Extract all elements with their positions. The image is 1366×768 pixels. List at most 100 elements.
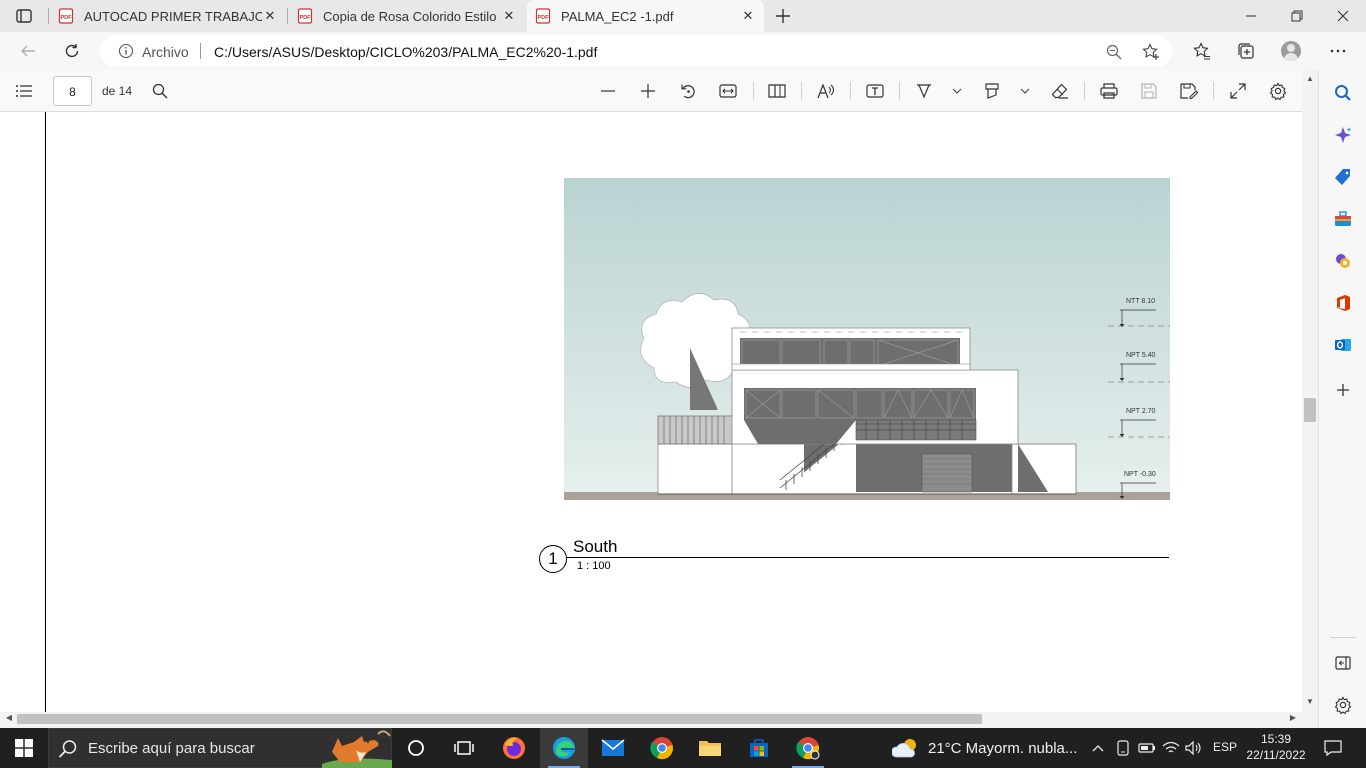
close-window-button[interactable] [1320, 0, 1366, 32]
taskbar-chrome[interactable] [638, 728, 686, 768]
settings-menu-button[interactable] [1324, 37, 1352, 65]
horizontal-scroll-thumb[interactable] [17, 714, 982, 724]
taskbar-chrome-profile[interactable] [784, 728, 832, 768]
sidebar-separator [1330, 637, 1356, 638]
page-view-button[interactable] [764, 79, 790, 103]
vertical-scroll-thumb[interactable] [1304, 398, 1316, 422]
toolbar-separator [1084, 82, 1085, 100]
show-hidden-icons-button[interactable] [1088, 738, 1108, 758]
scroll-up-arrow[interactable]: ▲ [1305, 74, 1315, 84]
profile-avatar[interactable] [1281, 41, 1301, 61]
sidebar-settings-button[interactable] [1330, 692, 1356, 718]
wifi-icon[interactable] [1161, 738, 1181, 758]
taskbar-edge[interactable] [540, 728, 588, 768]
erase-button[interactable] [1047, 79, 1073, 103]
shopping-tag-icon [1335, 169, 1350, 185]
zoom-in-button[interactable] [635, 79, 661, 103]
taskbar-store[interactable] [735, 728, 783, 768]
page-number-input[interactable]: 8 [53, 76, 92, 106]
tab-palma-ec2[interactable]: PDF PALMA_EC2 -1.pdf ✕ [527, 0, 764, 32]
address-bar[interactable]: Archivo C:/Users/ASUS/Desktop/CICLO%203/… [100, 35, 1172, 67]
draw-button[interactable] [911, 79, 937, 103]
minimize-icon [1246, 15, 1256, 17]
sidebar-outlook-button[interactable] [1330, 332, 1356, 358]
sidebar-tools-button[interactable] [1330, 206, 1356, 232]
tray-device-icon[interactable] [1113, 738, 1133, 758]
save-button[interactable] [1136, 79, 1162, 103]
new-tab-button[interactable] [770, 4, 796, 28]
task-view-button[interactable] [440, 728, 488, 768]
highlight-button[interactable] [979, 79, 1005, 103]
toolbar-separator [753, 82, 754, 100]
close-tab-icon[interactable]: ✕ [262, 8, 278, 24]
toolbar-separator [1213, 82, 1214, 100]
sidebar-shopping-button[interactable] [1330, 164, 1356, 190]
pdf-settings-button[interactable] [1265, 79, 1291, 103]
rotate-button[interactable] [675, 79, 701, 103]
read-aloud-button[interactable] [813, 79, 839, 103]
gear-icon [1334, 696, 1352, 714]
notifications-button[interactable] [1322, 738, 1344, 758]
refresh-button[interactable] [58, 37, 86, 65]
tab-rosa-colorido[interactable]: PDF Copia de Rosa Colorido Estilo Se ✕ [289, 0, 525, 32]
toolbox-icon [1335, 211, 1351, 226]
page-total-label: de 14 [102, 84, 133, 98]
back-button[interactable] [14, 37, 42, 65]
taskbar-firefox[interactable] [490, 728, 538, 768]
taskbar-file-explorer[interactable] [686, 728, 734, 768]
system-clock[interactable]: 15:39 22/11/2022 [1244, 731, 1308, 763]
search-icon [152, 83, 168, 99]
add-favorite-icon[interactable] [1140, 41, 1162, 63]
close-tab-icon[interactable]: ✕ [740, 8, 756, 24]
zoom-out-icon[interactable] [1103, 41, 1125, 63]
chrome-icon [650, 737, 673, 760]
pdf-toolbar: 8 de 14 [0, 70, 1318, 112]
level-label: NPT -0.30 [1124, 471, 1156, 478]
address-row: Archivo C:/Users/ASUS/Desktop/CICLO%203/… [0, 32, 1366, 70]
hide-sidebar-button[interactable] [1330, 650, 1356, 676]
restore-button[interactable] [1274, 0, 1320, 32]
volume-icon[interactable] [1184, 738, 1204, 758]
sidebar-games-button[interactable] [1330, 248, 1356, 274]
table-of-contents-button[interactable] [11, 79, 37, 103]
weather-widget[interactable]: 21°C Mayorm. nubla... [892, 728, 1077, 768]
back-arrow-icon [21, 45, 35, 57]
sidebar-search-button[interactable] [1330, 80, 1356, 106]
scroll-right-arrow[interactable]: ▶ [1288, 713, 1298, 725]
windows-logo-icon [15, 739, 33, 757]
start-button[interactable] [0, 728, 48, 768]
task-view-cortana-button[interactable] [392, 728, 440, 768]
sidebar-office-button[interactable] [1330, 290, 1356, 316]
input-language[interactable]: ESP [1213, 740, 1237, 754]
battery-icon[interactable] [1137, 738, 1157, 758]
tab-autocad[interactable]: PDF AUTOCAD PRIMER TRABAJO.pdf ✕ [50, 0, 286, 32]
draw-options-chevron[interactable] [950, 82, 964, 100]
favorites-button[interactable] [1188, 37, 1216, 65]
tab-actions-menu-button[interactable] [10, 6, 38, 26]
collections-button[interactable] [1232, 37, 1260, 65]
highlight-options-chevron[interactable] [1018, 82, 1032, 100]
print-button[interactable] [1096, 79, 1122, 103]
sidebar-add-button[interactable] [1330, 377, 1356, 403]
chevron-down-icon [952, 88, 962, 94]
fullscreen-button[interactable] [1225, 79, 1251, 103]
save-as-icon [1180, 83, 1198, 99]
plus-icon [1337, 384, 1349, 396]
zoom-out-button[interactable] [595, 79, 621, 103]
find-button[interactable] [147, 79, 173, 103]
clock-time: 15:39 [1260, 732, 1292, 746]
page-frame-line [45, 112, 46, 712]
taskbar-mail[interactable] [589, 728, 637, 768]
scroll-down-arrow[interactable]: ▼ [1305, 697, 1315, 707]
info-icon[interactable] [118, 43, 134, 62]
save-as-button[interactable] [1176, 79, 1202, 103]
sidebar-discover-button[interactable] [1330, 122, 1356, 148]
url-text[interactable]: C:/Users/ASUS/Desktop/CICLO%203/PALMA_EC… [214, 44, 597, 60]
rotate-icon [681, 84, 695, 99]
fit-width-button[interactable] [715, 79, 741, 103]
scroll-left-arrow[interactable]: ◀ [4, 713, 14, 725]
add-text-button[interactable] [862, 79, 888, 103]
minimize-button[interactable] [1228, 0, 1274, 32]
vertical-scrollbar[interactable] [1302, 70, 1318, 712]
close-tab-icon[interactable]: ✕ [501, 8, 517, 24]
